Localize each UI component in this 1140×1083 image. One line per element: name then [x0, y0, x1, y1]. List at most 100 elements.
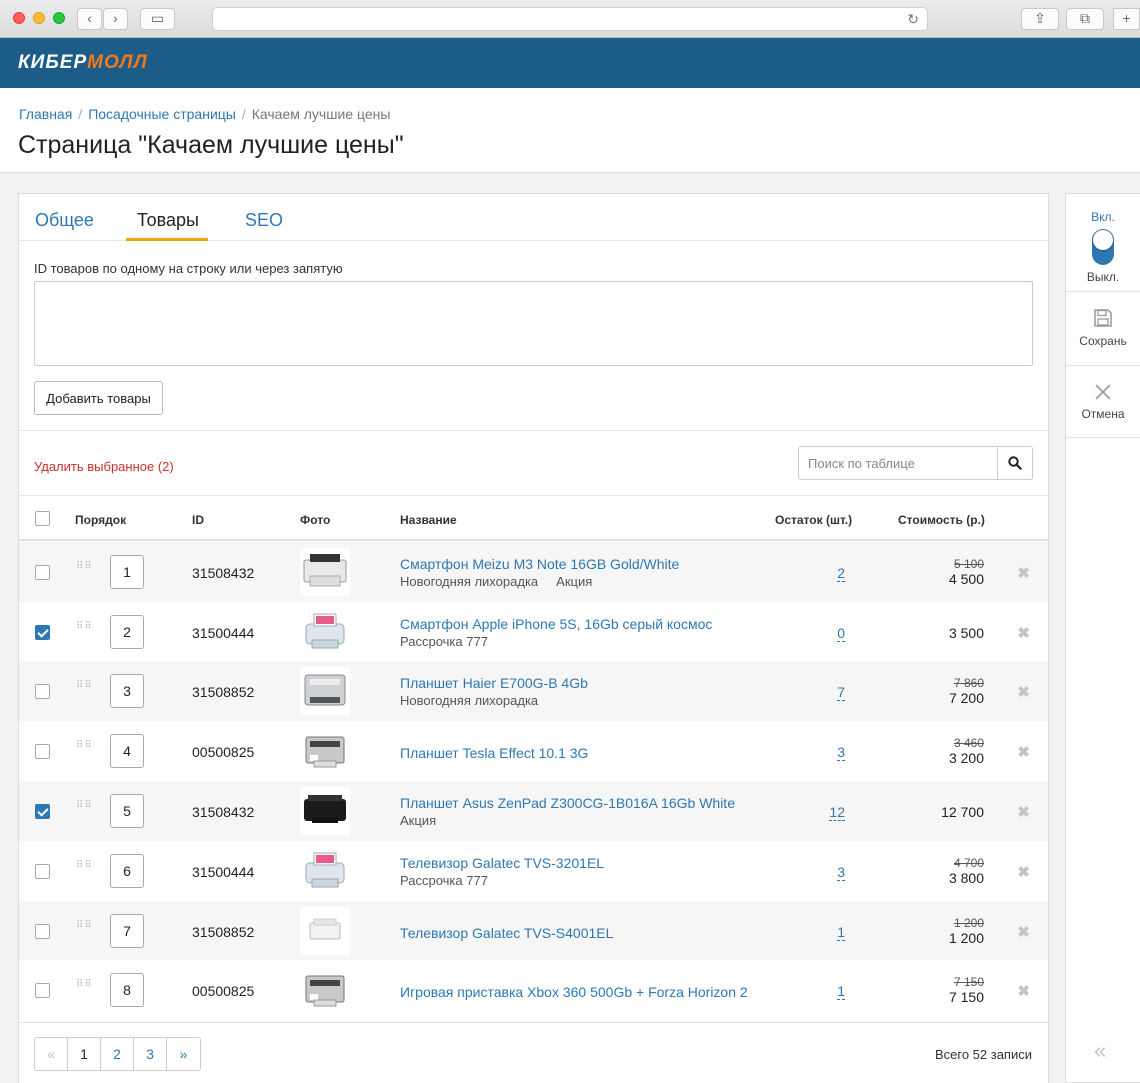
zoom-window-button[interactable] — [53, 12, 65, 24]
stock-link[interactable]: 1 — [837, 924, 845, 941]
order-input[interactable] — [110, 674, 144, 708]
delete-row-icon[interactable]: ✖ — [1017, 923, 1030, 941]
order-input[interactable] — [110, 914, 144, 948]
app-header: КИБЕРМОЛЛ — [0, 38, 1140, 88]
stock-link[interactable]: 3 — [837, 744, 845, 761]
minimize-window-button[interactable] — [33, 12, 45, 24]
back-icon[interactable]: ‹ — [77, 8, 102, 30]
breadcrumb-landing-pages[interactable]: Посадочные страницы — [88, 106, 236, 122]
order-input[interactable] — [110, 973, 144, 1007]
drag-handle-icon[interactable]: ⠿⠿ — [76, 980, 92, 996]
product-tag: Новогодняя лихорадка — [400, 693, 539, 708]
delete-row-icon[interactable]: ✖ — [1017, 743, 1030, 761]
stock-link[interactable]: 7 — [837, 684, 845, 701]
table-search-input[interactable] — [798, 446, 998, 480]
divider — [1066, 365, 1140, 366]
order-input[interactable] — [110, 734, 144, 768]
drag-handle-icon[interactable]: ⠿⠿ — [76, 622, 92, 638]
product-name-link[interactable]: Планшет Haier E700G-B 4Gb — [400, 675, 588, 691]
table-row: ⠿⠿ 31500444 Телевизор Galatec TVS-3201EL Ра… — [19, 841, 1048, 901]
status-toggle-block[interactable]: Вкл. Выкл. — [1066, 210, 1140, 284]
stock-link[interactable]: 3 — [837, 864, 845, 881]
logo[interactable]: КИБЕРМОЛЛ — [18, 52, 148, 74]
next-page-button[interactable]: » — [167, 1038, 200, 1070]
delete-row-icon[interactable]: ✖ — [1017, 982, 1030, 1000]
row-checkbox[interactable] — [35, 684, 50, 699]
save-button[interactable]: Сохрань — [1066, 308, 1140, 348]
tab-products[interactable]: Товары — [137, 210, 199, 231]
collapse-sidebar-icon[interactable]: « — [1094, 1038, 1106, 1064]
add-products-button[interactable]: Добавить товары — [34, 381, 163, 415]
product-name-link[interactable]: Смартфон Meizu M3 Note 16GB Gold/White — [400, 556, 679, 572]
table-row: ⠿⠿ 31508852 Планшет Haier E700G-B 4Gb Новог… — [19, 661, 1048, 721]
row-checkbox[interactable] — [35, 804, 50, 819]
search-button[interactable] — [997, 446, 1033, 480]
forward-icon[interactable]: › — [103, 8, 128, 30]
drag-handle-icon[interactable]: ⠿⠿ — [76, 921, 92, 937]
header-order[interactable]: Порядок — [75, 513, 126, 527]
header-name[interactable]: Название — [400, 513, 457, 527]
toggle-on-label: Вкл. — [1091, 210, 1115, 224]
order-input[interactable] — [110, 555, 144, 589]
drag-handle-icon[interactable]: ⠿⠿ — [76, 562, 92, 578]
row-checkbox[interactable] — [35, 924, 50, 939]
row-checkbox[interactable] — [35, 864, 50, 879]
stock-link[interactable]: 12 — [829, 804, 845, 821]
row-checkbox[interactable] — [35, 625, 50, 640]
product-tags: Новогодняя лихорадка Акция — [400, 574, 610, 589]
product-id: 31508432 — [192, 804, 255, 820]
page-3-button[interactable]: 3 — [134, 1038, 167, 1070]
drag-handle-icon[interactable]: ⠿⠿ — [76, 861, 92, 877]
status-toggle[interactable] — [1092, 229, 1114, 265]
delete-row-icon[interactable]: ✖ — [1017, 863, 1030, 881]
share-icon[interactable]: ⇪ — [1021, 8, 1059, 30]
tabs-overview-icon[interactable]: ⧉ — [1066, 8, 1104, 30]
drag-handle-icon[interactable]: ⠿⠿ — [76, 681, 92, 697]
row-checkbox[interactable] — [35, 983, 50, 998]
prev-page-button[interactable]: « — [35, 1038, 68, 1070]
stock-link[interactable]: 2 — [837, 565, 845, 582]
sidebar-toggle-icon[interactable]: ▭ — [140, 8, 175, 30]
drag-handle-icon[interactable]: ⠿⠿ — [76, 741, 92, 757]
new-tab-icon[interactable]: + — [1113, 8, 1140, 30]
cancel-button[interactable]: Отмена — [1066, 383, 1140, 421]
product-name-link[interactable]: Планшет Tesla Effect 10.1 3G — [400, 745, 588, 761]
header-stock[interactable]: Остаток (шт.) — [775, 513, 852, 527]
product-name-link[interactable]: Телевизор Galatec TVS-S4001EL — [400, 925, 613, 941]
reload-icon[interactable]: ↻ — [907, 11, 919, 28]
breadcrumb-home[interactable]: Главная — [19, 106, 72, 122]
tab-seo[interactable]: SEO — [245, 210, 283, 231]
order-input[interactable] — [110, 854, 144, 888]
ids-field-label: ID товаров по одному на строку или через… — [34, 261, 343, 276]
product-name-link[interactable]: Планшет Asus ZenPad Z300CG-1B016A 16Gb W… — [400, 795, 735, 811]
price: 7 200 — [948, 690, 984, 706]
page-header: Главная / Посадочные страницы / Качаем лучши… — [0, 88, 1140, 173]
header-price[interactable]: Стоимость (р.) — [898, 513, 985, 527]
select-all-checkbox[interactable] — [35, 511, 50, 526]
page-2-button[interactable]: 2 — [101, 1038, 134, 1070]
page-1-button[interactable]: 1 — [68, 1038, 101, 1070]
tab-bar: Общее Товары SEO — [19, 194, 1048, 241]
drag-handle-icon[interactable]: ⠿⠿ — [76, 801, 92, 817]
address-bar[interactable]: ↻ — [212, 7, 928, 31]
delete-row-icon[interactable]: ✖ — [1017, 624, 1030, 642]
row-checkbox[interactable] — [35, 565, 50, 580]
delete-row-icon[interactable]: ✖ — [1017, 683, 1030, 701]
order-input[interactable] — [110, 615, 144, 649]
delete-row-icon[interactable]: ✖ — [1017, 803, 1030, 821]
stock-link[interactable]: 0 — [837, 625, 845, 642]
delete-selected-link[interactable]: Удалить выбранное (2) — [34, 459, 174, 474]
divider — [1066, 291, 1140, 292]
tab-general[interactable]: Общее — [35, 210, 94, 231]
header-id[interactable]: ID — [192, 513, 204, 527]
ids-textarea[interactable] — [34, 281, 1033, 366]
close-window-button[interactable] — [13, 12, 25, 24]
browser-toolbar: ‹ › ▭ ↻ ⇪ ⧉ + — [0, 0, 1140, 38]
product-name-link[interactable]: Телевизор Galatec TVS-3201EL — [400, 855, 604, 871]
product-name-link[interactable]: Игровая приставка Xbox 360 500Gb + Forza… — [400, 984, 748, 1000]
order-input[interactable] — [110, 794, 144, 828]
product-name-link[interactable]: Смартфон Apple iPhone 5S, 16Gb серый кос… — [400, 616, 712, 632]
row-checkbox[interactable] — [35, 744, 50, 759]
delete-row-icon[interactable]: ✖ — [1017, 564, 1030, 582]
stock-link[interactable]: 1 — [837, 983, 845, 1000]
